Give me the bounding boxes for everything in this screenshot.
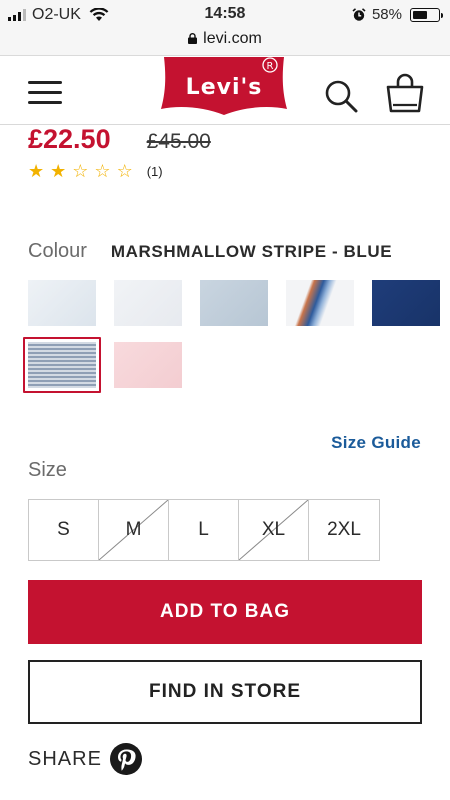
size-label: Size	[28, 459, 67, 481]
size-option[interactable]: L	[169, 500, 239, 560]
swatch-image	[200, 280, 268, 326]
status-right: 58%	[352, 6, 443, 23]
levis-logo[interactable]: R Levi's	[160, 57, 288, 117]
logo-text: Levi's	[185, 75, 263, 100]
swatch-image	[28, 280, 96, 326]
size-option[interactable]: XL	[239, 500, 309, 560]
size-option[interactable]: S	[29, 500, 99, 560]
colour-swatch[interactable]	[200, 280, 268, 326]
original-price: £45.00	[146, 130, 211, 153]
swatch-image	[372, 280, 440, 326]
colour-row: Colour MARSHMALLOW STRIPE - BLUE	[28, 240, 392, 263]
size-option-label: M	[125, 519, 142, 540]
star-filled-icon: ★	[50, 161, 67, 181]
colour-label: Colour	[28, 240, 87, 262]
alarm-icon	[352, 7, 366, 21]
swatch-image	[114, 342, 182, 388]
star-filled-icon: ★	[28, 161, 45, 181]
colour-swatch[interactable]	[372, 280, 440, 326]
rating-stars: ★ ★ ☆ ☆ ☆	[28, 162, 139, 180]
swatch-image	[114, 280, 182, 326]
battery-percent: 58%	[371, 6, 402, 23]
add-to-bag-button[interactable]: ADD TO BAG	[28, 580, 422, 644]
star-empty-icon: ☆	[116, 161, 133, 181]
colour-swatch[interactable]	[286, 280, 354, 326]
size-selector: S M L XL 2XL	[28, 499, 380, 561]
svg-text:R: R	[267, 61, 274, 72]
colour-swatch-selected[interactable]	[23, 337, 101, 393]
url-bar[interactable]: levi.com	[0, 30, 450, 48]
rating-count: (1)	[146, 163, 163, 179]
share-row: SHARE	[28, 743, 142, 775]
colour-swatch[interactable]	[114, 342, 182, 388]
menu-icon[interactable]	[28, 81, 62, 105]
pinterest-icon[interactable]	[109, 743, 142, 775]
colour-swatch[interactable]	[114, 280, 182, 326]
sale-price: £22.50	[28, 124, 111, 154]
site-header: R Levi's	[0, 57, 450, 125]
selected-colour: MARSHMALLOW STRIPE - BLUE	[110, 242, 393, 261]
star-empty-icon: ☆	[72, 161, 89, 181]
url-text: levi.com	[203, 30, 262, 47]
search-icon[interactable]	[324, 79, 358, 113]
find-in-store-button[interactable]: FIND IN STORE	[28, 660, 422, 724]
star-empty-icon: ☆	[94, 161, 111, 181]
swatch-image	[28, 342, 96, 388]
size-guide-link[interactable]: Size Guide	[331, 433, 421, 453]
battery-icon	[410, 7, 443, 22]
size-option[interactable]: 2XL	[309, 500, 379, 560]
price-row: £22.50 £45.00	[28, 124, 211, 155]
rating[interactable]: ★ ★ ☆ ☆ ☆ (1)	[28, 162, 163, 180]
size-option-label: 2XL	[327, 519, 361, 540]
size-option-label: L	[198, 519, 209, 540]
lock-icon	[188, 33, 198, 44]
shopping-bag-icon[interactable]	[385, 73, 425, 113]
status-bar: O2-UK 14:58 58% levi.com	[0, 0, 450, 56]
swatch-image	[286, 280, 354, 326]
colour-swatch[interactable]	[28, 280, 96, 326]
share-label: SHARE	[28, 747, 102, 770]
size-option[interactable]: M	[99, 500, 169, 560]
size-option-label: S	[57, 519, 70, 540]
size-option-label: XL	[261, 519, 286, 540]
